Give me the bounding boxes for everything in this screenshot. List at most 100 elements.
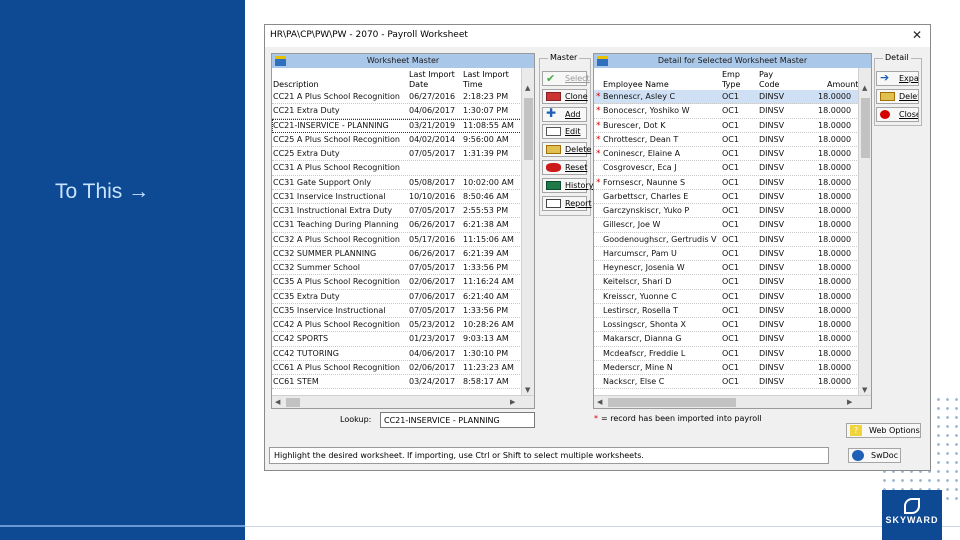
scroll-up-icon[interactable]: ▲ (525, 84, 530, 92)
cell-last-import-time: 6:21:38 AM (463, 220, 509, 230)
master-table-row[interactable]: CC31 Inservice Instructional 10/10/2016 8:… (272, 190, 522, 204)
detail-table-row[interactable]: Lestirscr, Rosella T OC1 DINSV 18.0000 (594, 304, 859, 318)
cell-emp-type: OC1 (722, 291, 739, 301)
detail-vscroll-thumb[interactable] (861, 98, 870, 158)
detail-table-row[interactable]: Keitelscr, Shari D OC1 DINSV 18.0000 (594, 275, 859, 290)
detail-table-row[interactable]: * Fornsescr, Naunne S OC1 DINSV 18.0000 (594, 176, 859, 190)
worksheet-master-grid[interactable]: Worksheet Master Description Last Import… (271, 53, 535, 409)
master-table-row[interactable]: CC42 A Plus School Recognition 05/23/2012… (272, 318, 522, 333)
col-header-last-import-date[interactable]: Last Import Date (409, 70, 461, 90)
detail-table-row[interactable]: Gillescr, Joe W OC1 DINSV 18.0000 (594, 218, 859, 233)
grid-options-icon[interactable] (597, 56, 608, 66)
cell-last-import-date: 03/24/2017 (409, 377, 456, 386)
col-header-pay-code[interactable]: Pay Code (759, 70, 783, 90)
master-table-row[interactable]: CC31 Instructional Extra Duty 07/05/2017 2… (272, 204, 522, 219)
detail-table-row[interactable]: Makarscr, Dianna G OC1 DINSV 18.0000 (594, 332, 859, 347)
grid-options-icon[interactable] (275, 56, 286, 66)
detail-table-row[interactable]: Garbettscr, Charles E OC1 DINSV 18.0000 (594, 190, 859, 204)
edit-button[interactable]: Edit (542, 124, 587, 139)
web-options-button[interactable]: ? Web Options (846, 423, 921, 438)
master-table-row[interactable]: CC31 A Plus School Recognition (272, 161, 522, 176)
master-table-row[interactable]: CC21-INSERVICE - PLANNING 03/21/2019 11:08… (272, 118, 522, 133)
detail-table-row[interactable]: Nackscr, Else C OC1 DINSV 18.0000 (594, 375, 859, 390)
cell-last-import-time: 6:21:40 AM (463, 291, 509, 301)
detail-table-row[interactable]: * Coninescr, Elaine A OC1 DINSV 18.0000 (594, 147, 859, 162)
master-table-row[interactable]: CC25 A Plus School Recognition 04/02/2014… (272, 133, 522, 147)
col-header-employee-name[interactable]: Employee Name (603, 80, 669, 90)
detail-vertical-scrollbar[interactable]: ▲ ▼ (858, 68, 871, 397)
master-table-row[interactable]: CC35 A Plus School Recognition 02/06/2017… (272, 275, 522, 290)
master-horizontal-scrollbar[interactable]: ◀ ▶ (272, 395, 534, 408)
col-header-emp-type[interactable]: Emp Type (722, 70, 746, 90)
detail-table-row[interactable]: * Chrottescr, Dean T OC1 DINSV 18.0000 (594, 133, 859, 147)
master-hscroll-thumb[interactable] (286, 398, 300, 407)
scroll-left-icon[interactable]: ◀ (597, 398, 602, 406)
close-button[interactable]: Close (876, 107, 919, 122)
window-close-icon[interactable]: ✕ (912, 28, 922, 42)
master-table-row[interactable]: CC42 SPORTS 01/23/2017 9:03:13 AM (272, 332, 522, 347)
swdoc-button[interactable]: SwDoc (848, 448, 901, 463)
check-icon: ✔ (546, 72, 556, 85)
detail-hscroll-thumb[interactable] (608, 398, 736, 407)
cell-employee-name: Gillescr, Joe W (603, 220, 661, 230)
master-table-row[interactable]: CC32 A Plus School Recognition 05/17/2016… (272, 233, 522, 247)
cell-emp-type: OC1 (722, 263, 739, 272)
detail-table-row[interactable]: Kreisscr, Yuonne C OC1 DINSV 18.0000 (594, 290, 859, 304)
cell-last-import-date: 01/23/2017 (409, 334, 456, 344)
scroll-right-icon[interactable]: ▶ (510, 398, 515, 406)
legend-text: = record has been imported into payroll (601, 414, 762, 423)
scroll-left-icon[interactable]: ◀ (275, 398, 280, 406)
detail-table-row[interactable]: Lossingscr, Shonta X OC1 DINSV 18.0000 (594, 318, 859, 333)
col-header-amount[interactable]: Amount (827, 80, 858, 90)
detail-table-row[interactable]: Mcdeafscr, Freddie L OC1 DINSV 18.0000 (594, 347, 859, 361)
cell-employee-name: Garczynskiscr, Yuko P (603, 206, 690, 215)
master-table-row[interactable]: CC61 A Plus School Recognition 02/06/2017… (272, 361, 522, 375)
detail-table-row[interactable]: Goodenoughscr, Gertrudis V OC1 DINSV 18.000… (594, 233, 859, 247)
master-vscroll-thumb[interactable] (524, 98, 533, 160)
detail-table-row[interactable]: * Bonocescr, Yoshiko W OC1 DINSV 18.0000 (594, 104, 859, 119)
scroll-up-icon[interactable]: ▲ (862, 84, 867, 92)
master-table-row[interactable]: CC35 Extra Duty 07/06/2017 6:21:40 AM (272, 290, 522, 304)
master-vertical-scrollbar[interactable]: ▲ ▼ (521, 68, 534, 397)
delete-all-button[interactable]: Delete All (876, 89, 919, 104)
cell-last-import-date: 02/06/2017 (409, 277, 456, 287)
col-header-last-import-time[interactable]: Last Import Time (463, 70, 515, 90)
scroll-down-icon[interactable]: ▼ (862, 386, 867, 394)
cell-pay-code: DINSV (759, 120, 785, 130)
delete-button[interactable]: Delete (542, 142, 591, 157)
master-table-row[interactable]: CC61 STEM 03/24/2017 8:58:17 AM (272, 375, 522, 390)
cell-description: CC21-INSERVICE - PLANNING (273, 120, 389, 130)
detail-table-row[interactable]: Heynescr, Josenia W OC1 DINSV 18.0000 (594, 261, 859, 276)
select-button[interactable]: ✔ Select (542, 71, 590, 86)
expand-button[interactable]: ➔ Expand (876, 71, 919, 86)
cell-pay-code: DINSV (759, 92, 785, 101)
master-table-row[interactable]: CC32 SUMMER PLANNING 06/26/2017 6:21:39 AM (272, 247, 522, 261)
master-table-row[interactable]: CC42 TUTORING 04/06/2017 1:30:10 PM (272, 347, 522, 361)
lookup-input[interactable] (380, 412, 535, 428)
reset-button[interactable]: Reset (542, 160, 587, 175)
scroll-right-icon[interactable]: ▶ (847, 398, 852, 406)
clone-button[interactable]: Clone (542, 89, 588, 104)
worksheet-detail-grid[interactable]: Detail for Selected Worksheet Master Emp… (593, 53, 872, 409)
scroll-down-icon[interactable]: ▼ (525, 386, 530, 394)
detail-table-row[interactable]: * Burescer, Dot K OC1 DINSV 18.0000 (594, 119, 859, 133)
master-table-row[interactable]: CC32 Summer School 07/05/2017 1:33:56 PM (272, 261, 522, 276)
detail-table-row[interactable]: Mederscr, Mine N OC1 DINSV 18.0000 (594, 361, 859, 375)
history-button[interactable]: History (542, 178, 593, 193)
master-table-row[interactable]: CC21 A Plus School Recognition 06/27/2016… (272, 90, 522, 105)
add-button[interactable]: ✚ Add (542, 107, 587, 122)
detail-table-row[interactable]: Garczynskiscr, Yuko P OC1 DINSV 18.0000 (594, 204, 859, 219)
cell-employee-name: Bonocescr, Yoshiko W (603, 106, 690, 116)
slide-caption: To This → (55, 180, 149, 204)
master-table-row[interactable]: CC31 Teaching During Planning 06/26/2017 6… (272, 218, 522, 233)
master-table-row[interactable]: CC21 Extra Duty 04/06/2017 1:30:07 PM (272, 104, 522, 119)
master-table-row[interactable]: CC35 Inservice Instructional 07/05/2017 1:… (272, 304, 522, 318)
master-table-row[interactable]: CC31 Gate Support Only 05/08/2017 10:02:00… (272, 176, 522, 190)
detail-table-row[interactable]: Cosgrovescr, Eca J OC1 DINSV 18.0000 (594, 161, 859, 176)
report-button[interactable]: Report (542, 196, 592, 211)
col-header-description[interactable]: Description (273, 80, 319, 90)
detail-horizontal-scrollbar[interactable]: ◀ ▶ (594, 395, 871, 408)
detail-table-row[interactable]: Harcumscr, Pam U OC1 DINSV 18.0000 (594, 247, 859, 261)
detail-table-row[interactable]: * Bennescr, Asley C OC1 DINSV 18.0000 (594, 90, 859, 105)
master-table-row[interactable]: CC25 Extra Duty 07/05/2017 1:31:39 PM (272, 147, 522, 162)
